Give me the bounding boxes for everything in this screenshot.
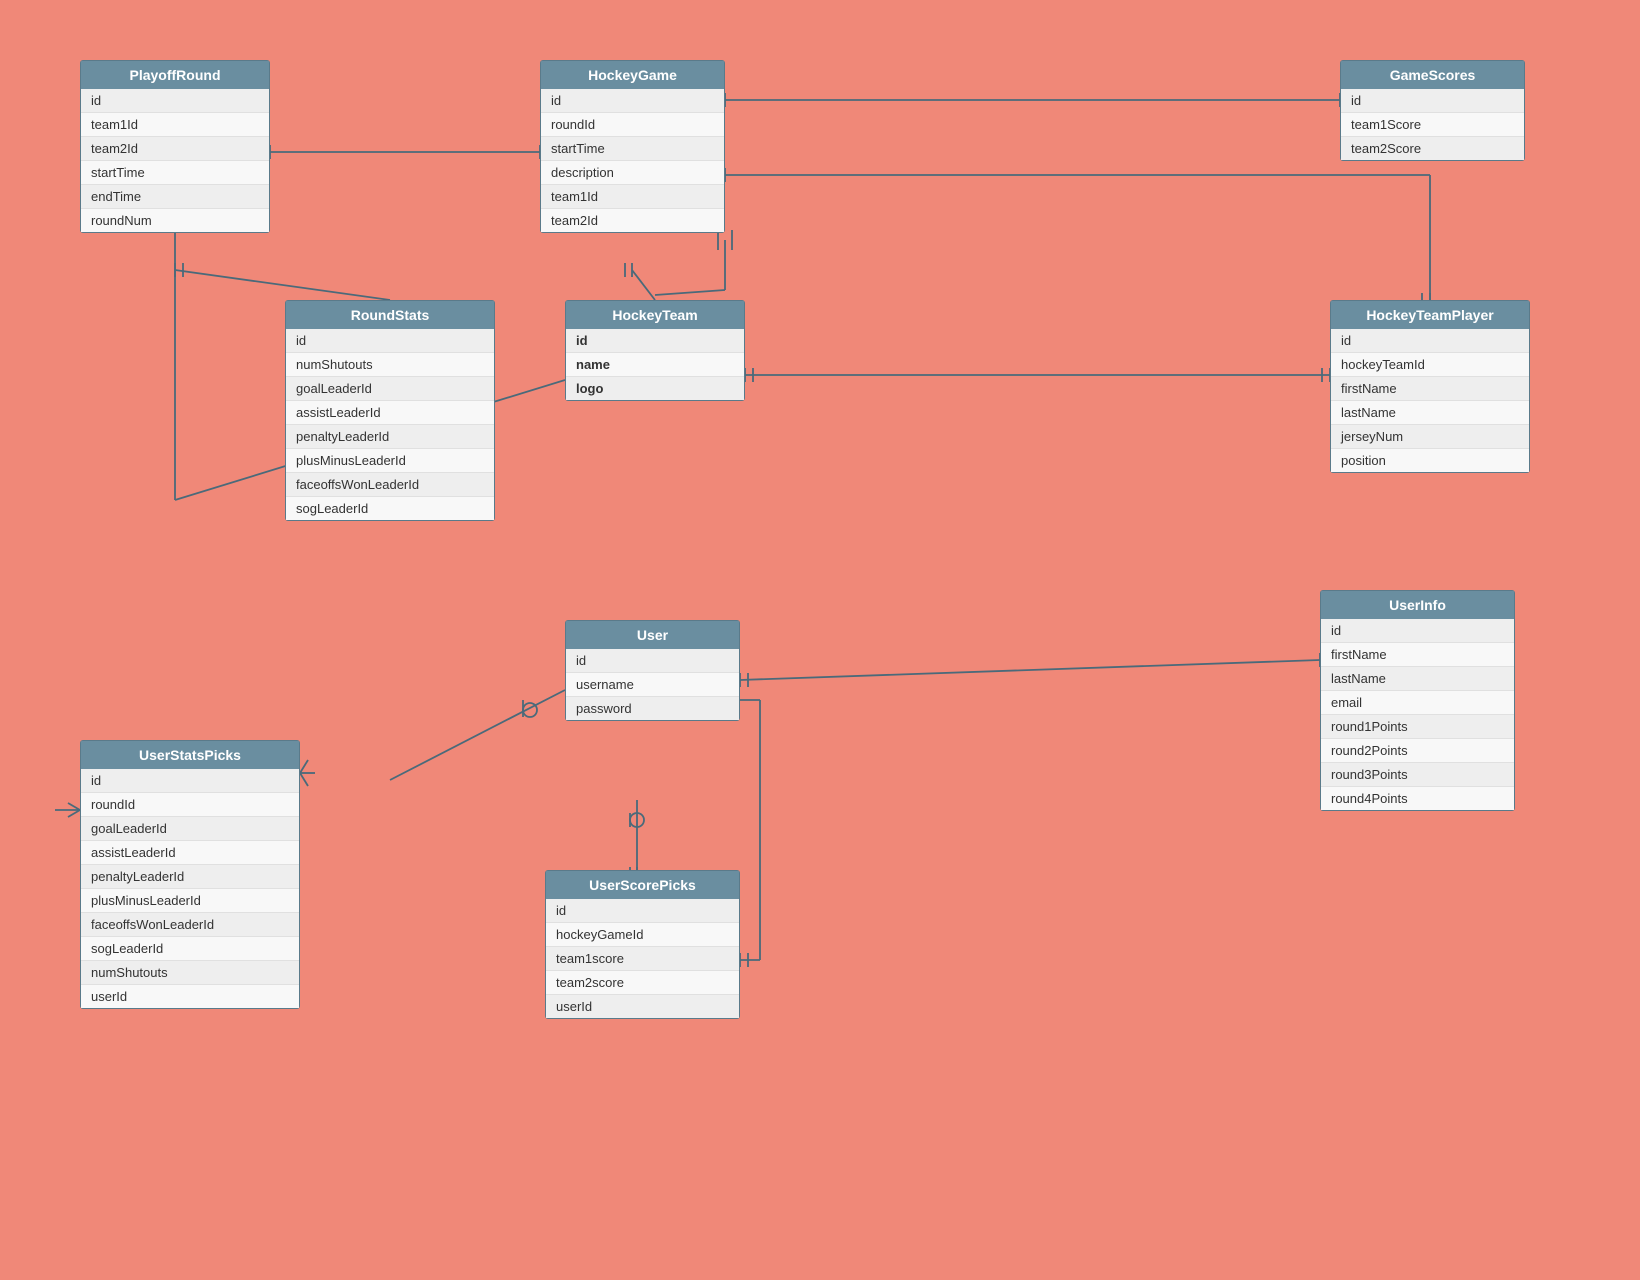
field-playoffround-id: id	[81, 89, 269, 113]
field-hockeyteamplayer-jerseynum: jerseyNum	[1331, 425, 1529, 449]
field-userinfo-email: email	[1321, 691, 1514, 715]
field-userstatspicks-faceoffswonleaderid: faceoffsWonLeaderId	[81, 913, 299, 937]
field-userinfo-round1points: round1Points	[1321, 715, 1514, 739]
field-hockeyteamplayer-id: id	[1331, 329, 1529, 353]
field-userstatspicks-penaltyleaderid: penaltyLeaderId	[81, 865, 299, 889]
field-roundstats-plusminusleaderid: plusMinusLeaderId	[286, 449, 494, 473]
field-userinfo-id: id	[1321, 619, 1514, 643]
field-hockeygame-id: id	[541, 89, 724, 113]
field-roundstats-goalleaderid: goalLeaderId	[286, 377, 494, 401]
entity-playoffround: PlayoffRoundidteam1Idteam2IdstartTimeend…	[80, 60, 270, 233]
entity-gamescores: GameScoresidteam1Scoreteam2Score	[1340, 60, 1525, 161]
field-playoffround-starttime: startTime	[81, 161, 269, 185]
entity-header-userinfo: UserInfo	[1321, 591, 1514, 619]
entity-header-playoffround: PlayoffRound	[81, 61, 269, 89]
field-hockeyteamplayer-firstname: firstName	[1331, 377, 1529, 401]
field-playoffround-team2id: team2Id	[81, 137, 269, 161]
entity-header-hockeygame: HockeyGame	[541, 61, 724, 89]
field-hockeyteamplayer-lastname: lastName	[1331, 401, 1529, 425]
field-user-password: password	[566, 697, 739, 720]
field-userscorepicks-userid: userId	[546, 995, 739, 1018]
entity-hockeygame: HockeyGameidroundIdstartTimedescriptiont…	[540, 60, 725, 233]
entity-header-user: User	[566, 621, 739, 649]
field-userinfo-firstname: firstName	[1321, 643, 1514, 667]
entity-header-roundstats: RoundStats	[286, 301, 494, 329]
field-playoffround-roundnum: roundNum	[81, 209, 269, 232]
field-userstatspicks-goalleaderid: goalLeaderId	[81, 817, 299, 841]
field-userscorepicks-id: id	[546, 899, 739, 923]
entity-roundstats: RoundStatsidnumShutoutsgoalLeaderIdassis…	[285, 300, 495, 521]
field-userstatspicks-plusminusleaderid: plusMinusLeaderId	[81, 889, 299, 913]
field-roundstats-numshutouts: numShutouts	[286, 353, 494, 377]
field-playoffround-team1id: team1Id	[81, 113, 269, 137]
entity-header-hockeyteam: HockeyTeam	[566, 301, 744, 329]
field-userstatspicks-sogleaderid: sogLeaderId	[81, 937, 299, 961]
field-gamescores-team1score: team1Score	[1341, 113, 1524, 137]
field-hockeygame-team2id: team2Id	[541, 209, 724, 232]
field-userstatspicks-assistleaderid: assistLeaderId	[81, 841, 299, 865]
er-diagram: PlayoffRoundidteam1Idteam2IdstartTimeend…	[0, 0, 1640, 1280]
entity-userstatspicks: UserStatsPicksidroundIdgoalLeaderIdassis…	[80, 740, 300, 1009]
field-hockeyteam-name: name	[566, 353, 744, 377]
field-userstatspicks-userid: userId	[81, 985, 299, 1008]
entity-header-hockeyteamplayer: HockeyTeamPlayer	[1331, 301, 1529, 329]
field-user-id: id	[566, 649, 739, 673]
entity-userscorepicks: UserScorePicksidhockeyGameIdteam1scorete…	[545, 870, 740, 1019]
field-userscorepicks-hockeygameid: hockeyGameId	[546, 923, 739, 947]
field-userscorepicks-team2score: team2score	[546, 971, 739, 995]
field-hockeygame-roundid: roundId	[541, 113, 724, 137]
field-hockeyteamplayer-hockeyteamid: hockeyTeamId	[1331, 353, 1529, 377]
field-hockeyteam-logo: logo	[566, 377, 744, 400]
field-roundstats-faceoffswonleaderid: faceoffsWonLeaderId	[286, 473, 494, 497]
entity-hockeyteamplayer: HockeyTeamPlayeridhockeyTeamIdfirstNamel…	[1330, 300, 1530, 473]
field-userinfo-lastname: lastName	[1321, 667, 1514, 691]
field-userinfo-round3points: round3Points	[1321, 763, 1514, 787]
field-roundstats-penaltyleaderid: penaltyLeaderId	[286, 425, 494, 449]
field-hockeyteamplayer-position: position	[1331, 449, 1529, 472]
field-roundstats-assistleaderid: assistLeaderId	[286, 401, 494, 425]
entity-userinfo: UserInfoidfirstNamelastNameemailround1Po…	[1320, 590, 1515, 811]
field-gamescores-id: id	[1341, 89, 1524, 113]
field-gamescores-team2score: team2Score	[1341, 137, 1524, 160]
entity-hockeyteam: HockeyTeamidnamelogo	[565, 300, 745, 401]
field-userinfo-round2points: round2Points	[1321, 739, 1514, 763]
field-userstatspicks-roundid: roundId	[81, 793, 299, 817]
field-hockeygame-description: description	[541, 161, 724, 185]
entity-header-userscorepicks: UserScorePicks	[546, 871, 739, 899]
field-roundstats-sogleaderid: sogLeaderId	[286, 497, 494, 520]
field-hockeygame-starttime: startTime	[541, 137, 724, 161]
entity-user: Useridusernamepassword	[565, 620, 740, 721]
field-userscorepicks-team1score: team1score	[546, 947, 739, 971]
field-hockeygame-team1id: team1Id	[541, 185, 724, 209]
entity-header-userstatspicks: UserStatsPicks	[81, 741, 299, 769]
field-playoffround-endtime: endTime	[81, 185, 269, 209]
entity-header-gamescores: GameScores	[1341, 61, 1524, 89]
field-userstatspicks-numshutouts: numShutouts	[81, 961, 299, 985]
field-userinfo-round4points: round4Points	[1321, 787, 1514, 810]
field-hockeyteam-id: id	[566, 329, 744, 353]
field-userstatspicks-id: id	[81, 769, 299, 793]
field-roundstats-id: id	[286, 329, 494, 353]
field-user-username: username	[566, 673, 739, 697]
